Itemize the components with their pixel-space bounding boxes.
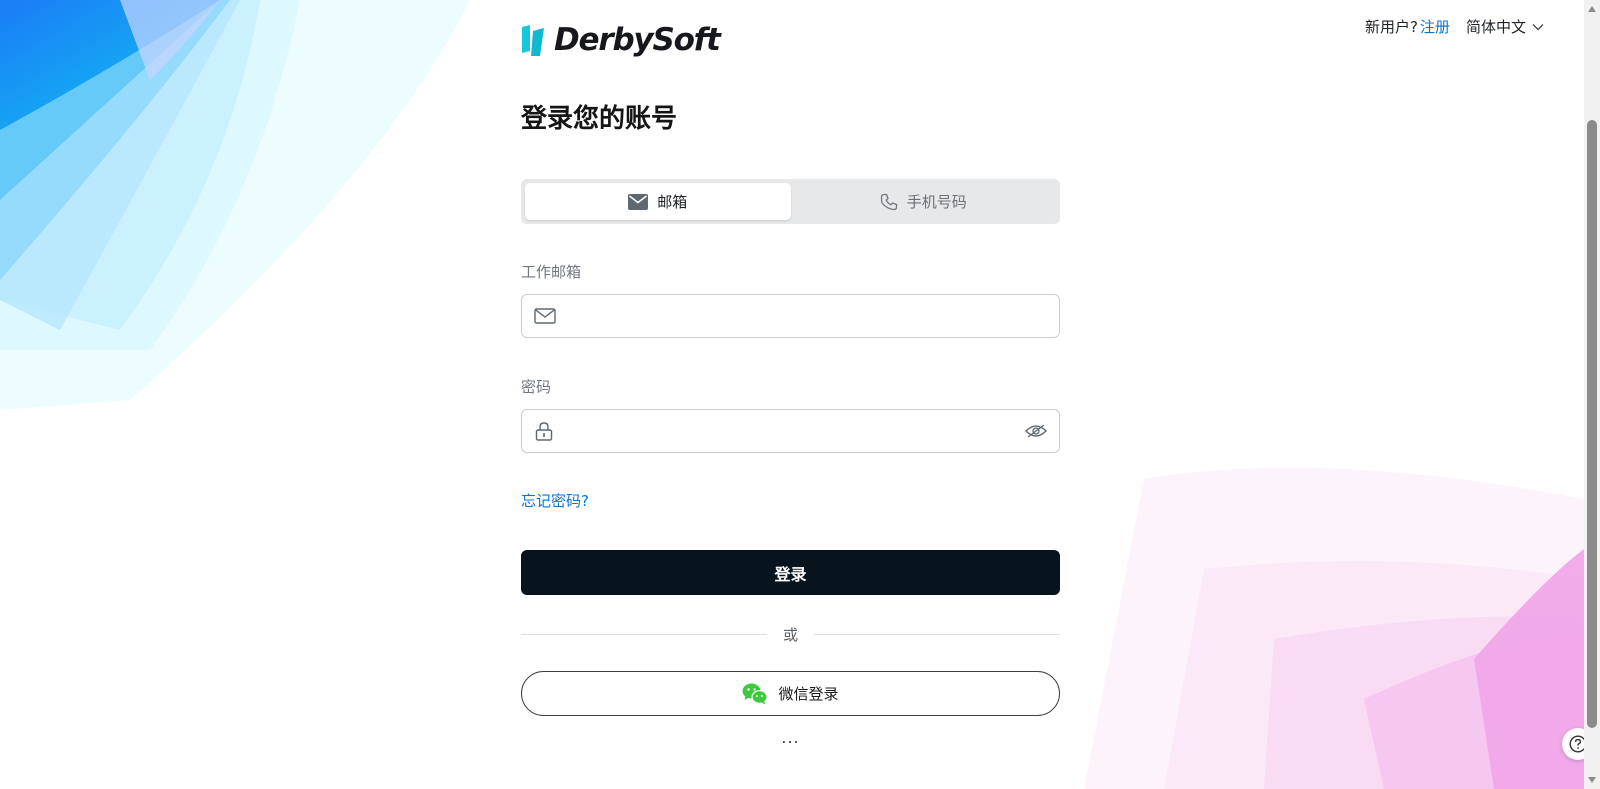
tab-phone-label: 手机号码 [906,193,967,211]
or-divider: 或 [521,624,1061,644]
derbysoft-logo-mark-icon [522,25,544,56]
scrollbar-thumb[interactable] [1587,120,1597,728]
email-input[interactable] [566,295,1047,337]
divider-text: 或 [783,625,799,644]
wechat-icon [742,683,769,704]
wechat-login-button[interactable]: 微信登录 [521,671,1060,716]
language-selector[interactable]: 简体中文 [1466,16,1544,37]
divider-line-right [814,633,1061,635]
background-decoration-bottom-right [1084,467,1584,789]
divider-line-left [521,633,767,635]
envelope-filled-icon [628,193,649,210]
wechat-login-label: 微信登录 [778,685,839,703]
email-label: 工作邮箱 [521,263,582,281]
chevron-down-icon [1532,23,1544,30]
password-field[interactable] [521,409,1060,453]
tab-email[interactable]: 邮箱 [525,183,791,220]
scroll-down-arrow-icon[interactable] [1584,773,1600,787]
forgot-password-link[interactable]: 忘记密码? [521,490,1060,511]
background-decoration-top-left [0,0,470,410]
login-method-tabs: 邮箱 手机号码 [521,179,1060,224]
phone-icon [880,193,897,210]
lock-icon [535,422,553,441]
page-title: 登录您的账号 [521,104,678,134]
eye-hidden-icon [1025,424,1047,438]
more-options[interactable]: ... [521,728,1060,747]
scroll-up-arrow-icon[interactable] [1584,2,1600,16]
top-right-nav: 新用户? 注册 简体中文 [1365,16,1544,37]
password-input[interactable] [564,410,1025,452]
brand-name: DerbySoft [554,22,721,58]
register-link[interactable]: 注册 [1420,16,1450,37]
toggle-password-visibility[interactable] [1025,423,1047,439]
envelope-icon [534,308,556,324]
tab-email-label: 邮箱 [657,193,688,211]
login-button[interactable]: 登录 [521,550,1060,595]
password-label: 密码 [521,378,552,396]
brand-logo[interactable]: DerbySoft [520,22,721,58]
tab-phone[interactable]: 手机号码 [791,183,1057,220]
email-field[interactable] [521,294,1060,338]
new-user-text: 新用户? [1365,18,1418,36]
language-label: 简体中文 [1465,18,1526,36]
vertical-scrollbar[interactable] [1584,0,1600,789]
